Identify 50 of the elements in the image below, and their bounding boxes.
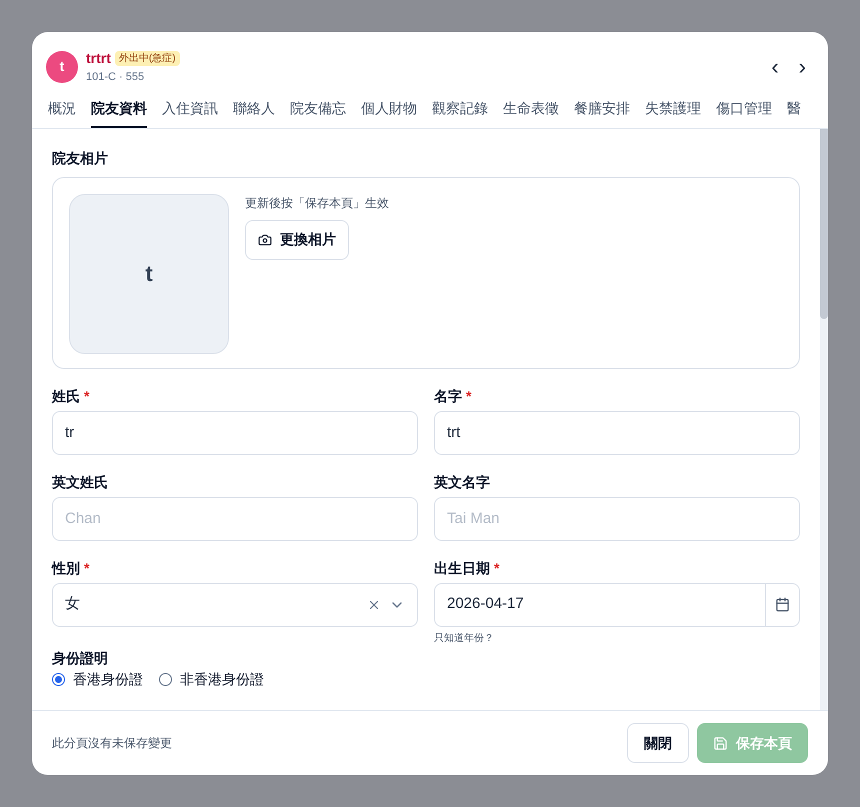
text-field[interactable]: Chan — [52, 496, 418, 540]
tab[interactable]: 聯絡人 — [233, 92, 275, 128]
change-photo-button[interactable]: 更換相片 — [245, 220, 349, 260]
tab[interactable]: 院友備忘 — [290, 92, 346, 128]
tab[interactable]: 個人財物 — [361, 92, 417, 128]
tab[interactable]: 生命表徵 — [503, 92, 559, 128]
tab[interactable]: 餐膳安排 — [574, 92, 630, 128]
radio-label: 非香港身份證 — [180, 670, 264, 688]
resident-name: trtrt — [86, 49, 111, 68]
radio-button[interactable] — [52, 672, 65, 686]
field-label: 英文名字 — [434, 472, 490, 490]
photo-hint: 更新後按「保存本頁」生效 — [245, 194, 389, 212]
required-mark: * — [466, 386, 472, 404]
text-field[interactable]: trt — [434, 410, 800, 454]
tab[interactable]: 觀察記錄 — [432, 92, 488, 128]
year-only-link[interactable]: 只知道年份？ — [434, 632, 494, 644]
tab[interactable]: 概況 — [48, 92, 76, 128]
tab[interactable]: 傷口管理 — [716, 92, 772, 128]
previous-button[interactable]: ‹ — [767, 56, 783, 78]
tab[interactable]: 入住資訊 — [162, 92, 218, 128]
tab[interactable]: 失禁護理 — [645, 92, 701, 128]
tab[interactable]: 醫 — [787, 92, 801, 128]
section-title: 身份證明 — [52, 648, 109, 666]
radio-label: 香港身份證 — [73, 670, 143, 688]
camera-icon — [258, 232, 272, 246]
room-number: 101-C · 555 — [86, 70, 146, 85]
status-badge: 外出中(急症) — [114, 51, 180, 66]
tab[interactable]: 院友資料 — [91, 92, 147, 128]
text-field[interactable]: Tai Man — [434, 496, 800, 540]
save-icon — [713, 736, 728, 750]
close-button[interactable]: 關閉 — [627, 723, 689, 763]
field-label: 出生日期 — [434, 558, 490, 576]
required-mark: * — [84, 386, 90, 404]
select-field[interactable]: 女 — [52, 582, 418, 626]
unsaved-status: 此分頁沒有未保存變更 — [52, 735, 172, 752]
section-title: 院友相片 — [52, 148, 109, 166]
avatar: t — [46, 50, 78, 83]
required-mark: * — [84, 558, 90, 576]
radio-button[interactable] — [159, 672, 172, 686]
field-label: 姓氏 — [52, 386, 80, 404]
next-button[interactable]: › — [794, 56, 810, 78]
field-label: 性別 — [52, 558, 80, 576]
field-label: 名字 — [434, 386, 462, 404]
required-mark: * — [494, 558, 500, 576]
text-field[interactable]: tr — [52, 410, 418, 454]
date-field[interactable]: 2026-04-17 — [434, 582, 800, 626]
calendar-icon — [775, 597, 790, 612]
photo-field: t — [69, 194, 229, 354]
field-label: 英文姓氏 — [52, 472, 108, 490]
scrollbar[interactable] — [820, 128, 828, 710]
